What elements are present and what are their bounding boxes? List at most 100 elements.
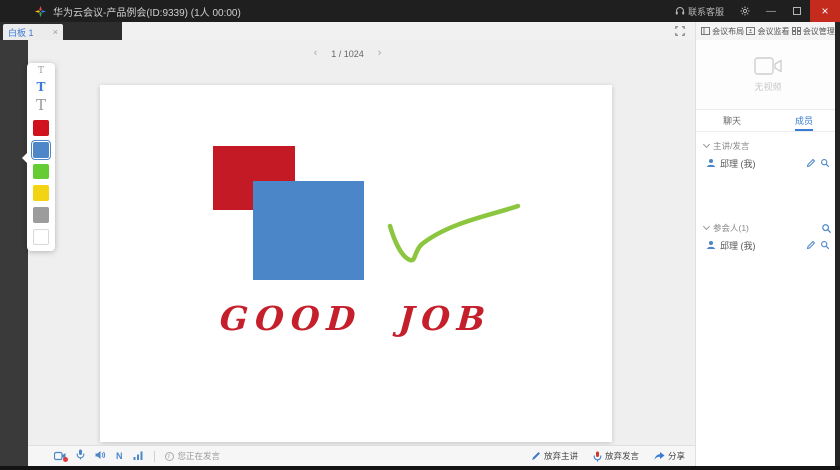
title-bar: 华为云会议-产品例会(ID:9339) (1人 00:00) 联系客服 — × bbox=[0, 0, 840, 22]
section-participants-label: 参会人(1) bbox=[713, 222, 749, 234]
maximize-icon bbox=[793, 7, 801, 15]
release-presenter-label: 放弃主讲 bbox=[544, 450, 578, 462]
font-size-medium-option[interactable]: T bbox=[37, 81, 46, 93]
chevron-down-icon bbox=[703, 223, 710, 230]
drawing-tool-palette: T T T bbox=[27, 63, 55, 251]
meeting-monitor-button[interactable]: 会议监看 bbox=[746, 26, 789, 37]
headset-icon bbox=[675, 6, 685, 16]
meeting-monitor-label: 会议监看 bbox=[757, 26, 789, 37]
magnifier-icon[interactable] bbox=[820, 158, 830, 168]
app-window: 华为云会议-产品例会(ID:9339) (1人 00:00) 联系客服 — × bbox=[0, 0, 840, 470]
share-label: 分享 bbox=[668, 450, 685, 462]
search-icon[interactable] bbox=[821, 223, 832, 234]
customer-support-button[interactable]: 联系客服 bbox=[667, 5, 732, 18]
tool-rail[interactable] bbox=[0, 40, 28, 470]
meeting-manage-button[interactable]: 会议管理 bbox=[792, 26, 835, 37]
whiteboard-tab-label: 白板 1 bbox=[8, 26, 49, 39]
pencil-icon[interactable] bbox=[806, 240, 816, 250]
page-indicator: 1 / 1024 bbox=[331, 49, 364, 59]
maximize-button[interactable] bbox=[784, 0, 810, 22]
color-swatch-yellow[interactable] bbox=[33, 185, 49, 201]
prev-page-button[interactable]: ‹ bbox=[314, 48, 318, 59]
sidebar-menu: 会议布局 会议监看 会议管理 bbox=[696, 22, 840, 40]
mic-toggle-button[interactable] bbox=[76, 447, 85, 465]
bottom-toolbar: N i 您正在发言 放弃主讲 bbox=[0, 445, 695, 466]
member-row-participant[interactable]: 邱理 (我) bbox=[696, 236, 840, 254]
tab-members[interactable]: 成员 bbox=[768, 110, 840, 131]
network-button[interactable]: N bbox=[116, 451, 123, 461]
window-bottom-edge bbox=[0, 466, 840, 470]
mic-red-icon bbox=[593, 451, 602, 462]
whiteboard-drawing bbox=[100, 85, 612, 442]
info-icon: i bbox=[165, 452, 174, 461]
minimize-button[interactable]: — bbox=[758, 0, 784, 22]
person-icon bbox=[706, 158, 716, 168]
window-title: 华为云会议-产品例会(ID:9339) (1人 00:00) bbox=[53, 4, 241, 19]
color-swatch-red[interactable] bbox=[33, 120, 49, 136]
customer-support-label: 联系客服 bbox=[688, 5, 724, 18]
drawn-green-checkmark bbox=[390, 206, 518, 260]
app-logo-icon bbox=[34, 5, 47, 18]
person-icon bbox=[706, 240, 716, 250]
whiteboard-text-annotation: GOOD JOB bbox=[199, 299, 514, 338]
share-button[interactable]: 分享 bbox=[654, 450, 685, 462]
tab-chat[interactable]: 聊天 bbox=[696, 110, 768, 131]
meeting-sidebar: 会议布局 会议监看 会议管理 bbox=[695, 22, 840, 466]
member-name: 邱理 (我) bbox=[720, 239, 802, 252]
signal-bars-icon bbox=[133, 451, 144, 460]
close-button[interactable]: × bbox=[810, 0, 840, 22]
meeting-manage-label: 会议管理 bbox=[803, 26, 835, 37]
color-swatch-white[interactable] bbox=[33, 229, 49, 245]
whiteboard-area: ‹ 1 / 1024 › GOOD JOB T T T bbox=[0, 40, 695, 445]
font-size-large-option[interactable]: T bbox=[36, 98, 46, 113]
grid-icon bbox=[792, 27, 801, 35]
meeting-layout-label: 会议布局 bbox=[712, 26, 744, 37]
share-arrow-icon bbox=[654, 451, 665, 461]
speaking-status-label: 您正在发言 bbox=[178, 450, 221, 462]
whiteboard-pane: 白板 1 × ‹ 1 / 1024 › GOOD J bbox=[0, 22, 695, 445]
monitor-icon bbox=[746, 27, 755, 35]
meeting-actions: 放弃主讲 放弃发言 分享 bbox=[531, 450, 695, 462]
camera-icon bbox=[751, 56, 785, 76]
color-swatch-gray[interactable] bbox=[33, 207, 49, 223]
member-row-presenter[interactable]: 邱理 (我) bbox=[696, 154, 840, 172]
color-swatch-blue-selected[interactable] bbox=[33, 142, 49, 158]
toolbar-divider bbox=[154, 451, 155, 462]
magnifier-icon[interactable] bbox=[820, 240, 830, 250]
section-presenters[interactable]: 主讲/发言 bbox=[696, 138, 840, 154]
next-page-button[interactable]: › bbox=[378, 48, 382, 59]
page-navigation: ‹ 1 / 1024 › bbox=[0, 48, 695, 59]
whiteboard-canvas[interactable]: GOOD JOB bbox=[100, 85, 612, 442]
fullscreen-button[interactable] bbox=[672, 24, 688, 38]
fullscreen-icon bbox=[675, 26, 685, 36]
section-presenters-label: 主讲/发言 bbox=[713, 140, 749, 152]
camera-toggle-button[interactable] bbox=[54, 451, 66, 461]
video-preview: 无视频 bbox=[696, 40, 840, 110]
pen-icon bbox=[531, 451, 541, 461]
layout-icon bbox=[701, 27, 710, 35]
audio-controls: N bbox=[54, 447, 144, 465]
drawn-blue-rectangle bbox=[253, 181, 364, 280]
settings-button[interactable] bbox=[732, 0, 758, 22]
tab-close-icon[interactable]: × bbox=[53, 28, 58, 37]
sidebar-tabs: 聊天 成员 bbox=[696, 110, 840, 132]
speaker-icon bbox=[95, 450, 106, 460]
color-swatch-green[interactable] bbox=[33, 164, 49, 180]
release-speaking-button[interactable]: 放弃发言 bbox=[593, 450, 639, 462]
mic-icon bbox=[76, 449, 85, 460]
notification-dot bbox=[63, 457, 68, 462]
release-speaking-label: 放弃发言 bbox=[605, 450, 639, 462]
speaker-button[interactable] bbox=[95, 447, 106, 465]
member-name: 邱理 (我) bbox=[720, 157, 802, 170]
window-right-edge bbox=[835, 22, 840, 470]
chevron-down-icon bbox=[703, 141, 710, 148]
whiteboard-tabstrip: 白板 1 × bbox=[0, 22, 695, 40]
section-participants[interactable]: 参会人(1) bbox=[696, 220, 840, 236]
font-size-small-option[interactable]: T bbox=[38, 67, 44, 76]
release-presenter-button[interactable]: 放弃主讲 bbox=[531, 450, 578, 462]
meeting-layout-button[interactable]: 会议布局 bbox=[701, 26, 744, 37]
signal-button[interactable] bbox=[133, 447, 144, 465]
no-video-label: 无视频 bbox=[754, 80, 781, 93]
whiteboard-tab[interactable]: 白板 1 × bbox=[3, 24, 63, 40]
pencil-icon[interactable] bbox=[806, 158, 816, 168]
